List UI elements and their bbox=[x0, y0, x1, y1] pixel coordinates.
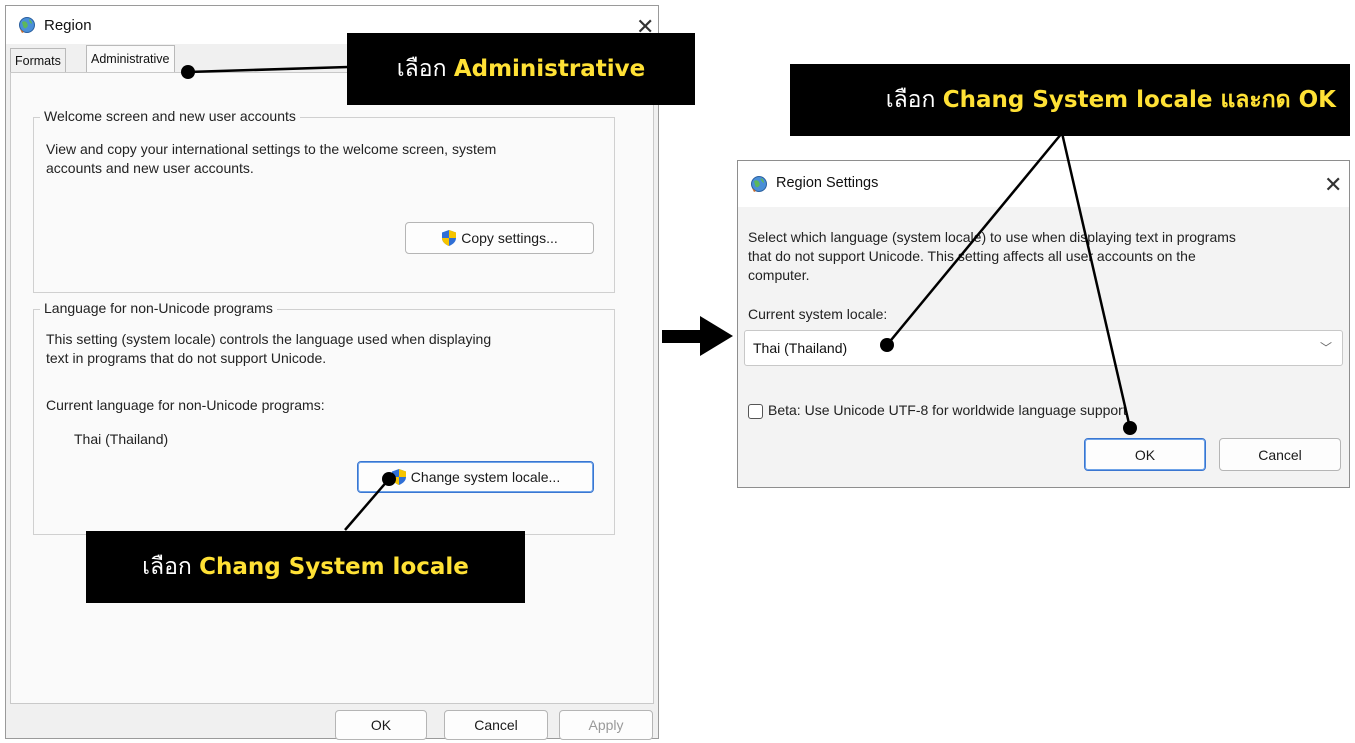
callout-administrative-highlight: Administrative bbox=[453, 56, 646, 82]
callout-change-locale-prefix: เลือก bbox=[142, 554, 192, 580]
marker-dot-change-locale bbox=[382, 472, 396, 486]
callout-administrative: เลือก Administrative bbox=[347, 33, 695, 105]
right-arrow-icon bbox=[662, 316, 733, 356]
connector-line-administrative bbox=[187, 65, 349, 74]
marker-dot-ok bbox=[1123, 421, 1137, 435]
callout-administrative-prefix: เลือก bbox=[396, 56, 447, 82]
connector-line-ok bbox=[1060, 132, 1132, 429]
callout-change-and-ok-highlight: Chang System locale และกด OK bbox=[942, 87, 1336, 113]
callout-change-and-ok-prefix: เลือก bbox=[885, 87, 936, 113]
marker-dot-locale-dropdown bbox=[880, 338, 894, 352]
callout-change-and-ok: เลือก Chang System locale และกด OK bbox=[790, 64, 1350, 136]
callout-change-locale-highlight: Chang System locale bbox=[199, 554, 469, 580]
callout-change-locale: เลือก Chang System locale bbox=[86, 531, 525, 603]
connector-line-change-locale bbox=[344, 478, 390, 531]
connector-line-locale-dropdown bbox=[886, 132, 1063, 346]
marker-dot-administrative bbox=[181, 65, 195, 79]
